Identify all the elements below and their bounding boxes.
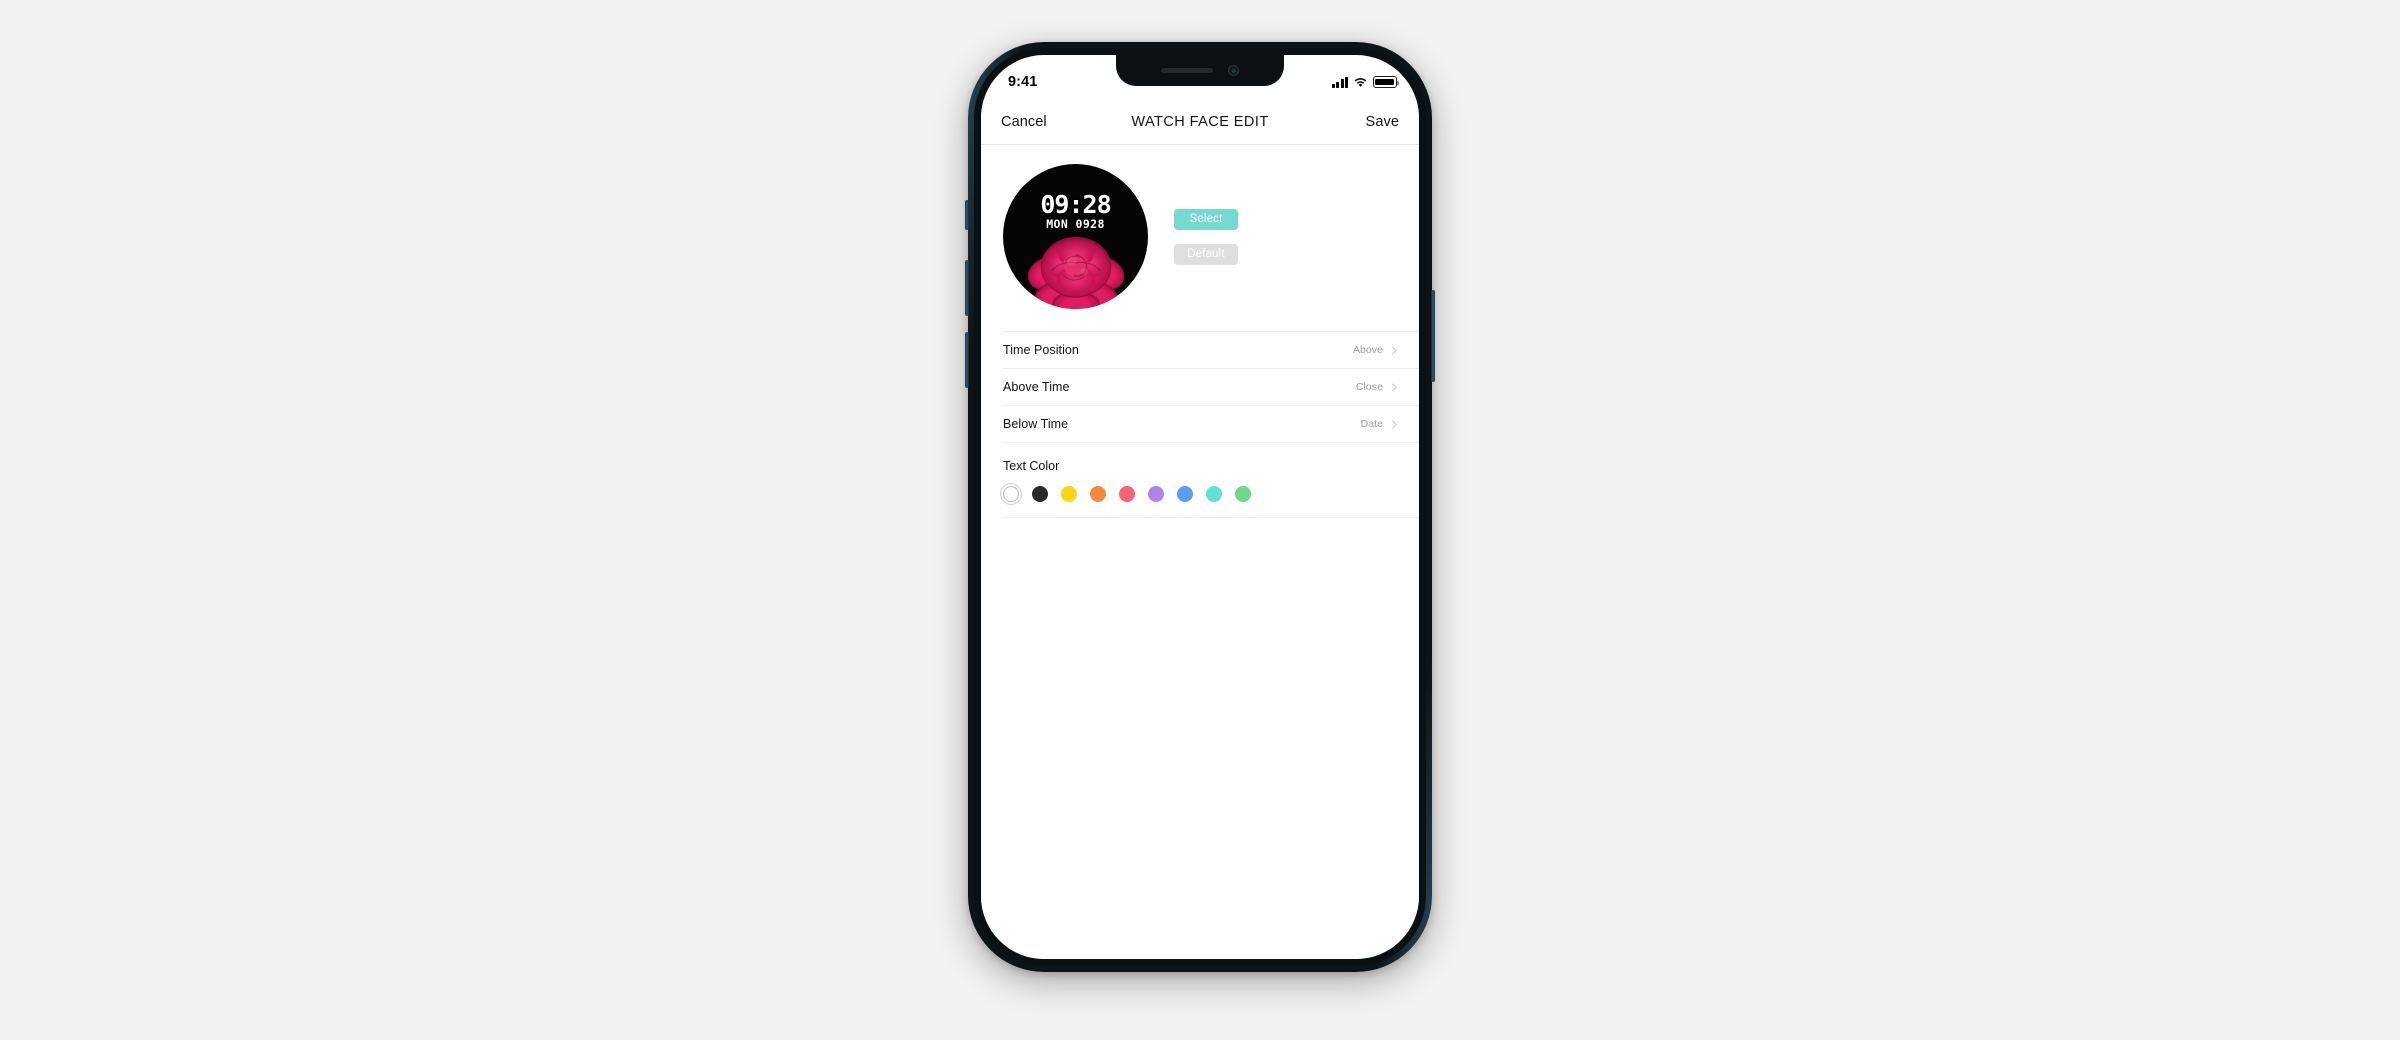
- page-title: WATCH FACE EDIT: [1131, 113, 1269, 130]
- battery-icon: [1373, 76, 1399, 88]
- color-swatch-pink[interactable]: [1119, 486, 1135, 502]
- chevron-right-icon: [1392, 346, 1397, 354]
- phone-screen: 9:41 Cancel WATCH FACE EDIT Save 09:28 M…: [981, 55, 1419, 959]
- navigation-bar: Cancel WATCH FACE EDIT Save: [981, 99, 1419, 145]
- front-camera-icon: [1228, 65, 1239, 76]
- status-bar-time: 9:41: [1008, 74, 1038, 90]
- notch: [1116, 55, 1284, 86]
- color-swatch-yellow[interactable]: [1061, 486, 1077, 502]
- settings-row-value-group: Above: [1353, 344, 1399, 356]
- cancel-button[interactable]: Cancel: [1001, 114, 1047, 130]
- watch-face-time: 09:28: [1040, 190, 1111, 219]
- text-color-swatch-list: [1003, 486, 1419, 502]
- color-swatch-teal[interactable]: [1206, 486, 1222, 502]
- color-swatch-green[interactable]: [1235, 486, 1251, 502]
- select-button[interactable]: Select: [1174, 208, 1238, 230]
- color-swatch-orange[interactable]: [1090, 486, 1106, 502]
- divider: [1003, 517, 1419, 518]
- color-swatch-purple[interactable]: [1148, 486, 1164, 502]
- power-button[interactable]: [1431, 290, 1435, 382]
- text-color-section-title: Text Color: [1003, 459, 1060, 473]
- divider: [1003, 442, 1419, 443]
- watch-face-preview[interactable]: 09:28 MON 0928: [1003, 164, 1148, 309]
- phone-device-frame: 9:41 Cancel WATCH FACE EDIT Save 09:28 M…: [965, 42, 1435, 972]
- settings-row-label: Above Time: [1003, 380, 1070, 394]
- settings-row-value-group: Close: [1356, 381, 1399, 393]
- wifi-icon: [1354, 77, 1367, 87]
- default-button[interactable]: Default: [1174, 243, 1238, 265]
- chevron-right-icon: [1392, 383, 1397, 391]
- chevron-right-icon: [1392, 420, 1397, 428]
- settings-row-above-time[interactable]: Above Time Close: [1003, 369, 1419, 405]
- save-button[interactable]: Save: [1366, 114, 1399, 130]
- phone-bezel: 9:41 Cancel WATCH FACE EDIT Save 09:28 M…: [974, 48, 1426, 966]
- settings-row-value: Above: [1352, 344, 1383, 356]
- color-swatch-blue[interactable]: [1177, 486, 1193, 502]
- settings-row-label: Time Position: [1003, 343, 1079, 357]
- content-area: 09:28 MON 0928 Select Default Time Posit…: [981, 146, 1419, 959]
- settings-row-label: Below Time: [1003, 417, 1069, 431]
- settings-row-value-group: Date: [1361, 418, 1399, 430]
- watch-face-subtitle: MON 0928: [1046, 217, 1105, 231]
- watch-face-preview-section: 09:28 MON 0928 Select Default: [981, 146, 1419, 331]
- silent-switch[interactable]: [965, 200, 969, 230]
- settings-row-below-time[interactable]: Below Time Date: [1003, 406, 1419, 442]
- volume-up-button[interactable]: [965, 260, 969, 316]
- settings-row-value: Close: [1355, 381, 1383, 393]
- cellular-signal-icon: [1331, 76, 1348, 88]
- preview-action-buttons: Select Default: [1174, 208, 1238, 265]
- color-swatch-white[interactable]: [1003, 486, 1019, 502]
- earpiece-speaker-icon: [1161, 68, 1213, 73]
- color-swatch-black[interactable]: [1032, 486, 1048, 502]
- settings-row-time-position[interactable]: Time Position Above: [1003, 332, 1419, 368]
- status-bar-icons: [1331, 76, 1399, 88]
- volume-down-button[interactable]: [965, 332, 969, 388]
- settings-row-value: Date: [1360, 418, 1383, 430]
- page-root: 9:41 Cancel WATCH FACE EDIT Save 09:28 M…: [0, 0, 2400, 1040]
